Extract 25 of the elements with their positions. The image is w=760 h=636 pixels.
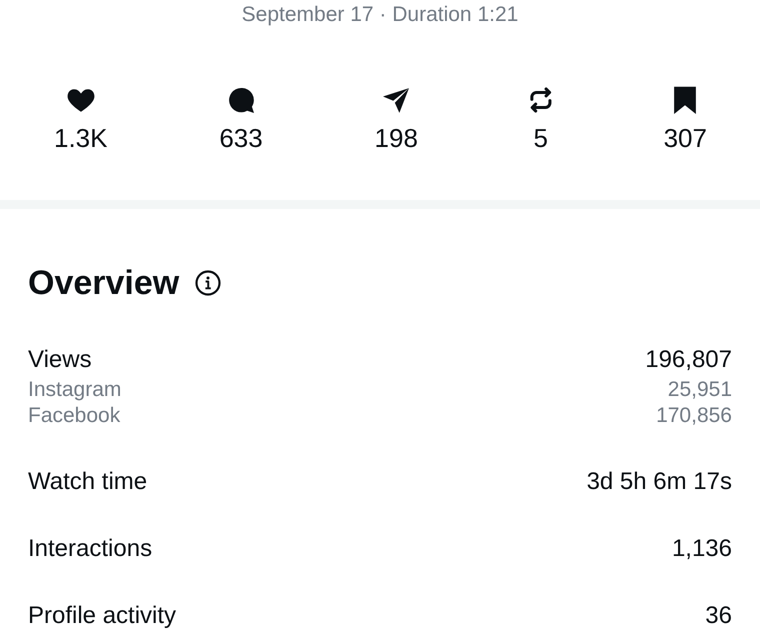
- heart-icon[interactable]: [66, 88, 95, 112]
- metric-value: 196,807: [645, 346, 732, 374]
- metric-label: Interactions: [28, 535, 152, 563]
- section-title: Overview: [28, 263, 180, 303]
- paper-plane-icon[interactable]: [383, 88, 410, 112]
- stat-count: 1.3K: [54, 122, 108, 154]
- metric-label: Profile activity: [28, 602, 176, 630]
- stat-count: 633: [219, 122, 263, 154]
- metric-label: Views: [28, 346, 92, 374]
- source-label: Facebook: [28, 403, 120, 429]
- source-value: 170,856: [656, 403, 732, 429]
- stat-count: 5: [534, 122, 548, 154]
- speech-bubble-icon[interactable]: [228, 88, 254, 112]
- metric-value: 1,136: [672, 535, 732, 563]
- stat-count: 198: [374, 122, 418, 154]
- metric-value: 3d 5h 6m 17s: [586, 468, 732, 496]
- source-value: 25,951: [668, 377, 732, 403]
- source-label: Instagram: [28, 377, 122, 403]
- metric-label: Watch time: [28, 468, 148, 496]
- repeat-arrows-icon[interactable]: [530, 87, 552, 113]
- date-duration-text: September 17 · Duration 1:21: [242, 3, 518, 27]
- bookmark-icon[interactable]: [673, 86, 698, 114]
- info-icon[interactable]: [195, 270, 222, 296]
- metric-value: 36: [705, 602, 732, 630]
- stat-count: 307: [664, 122, 707, 154]
